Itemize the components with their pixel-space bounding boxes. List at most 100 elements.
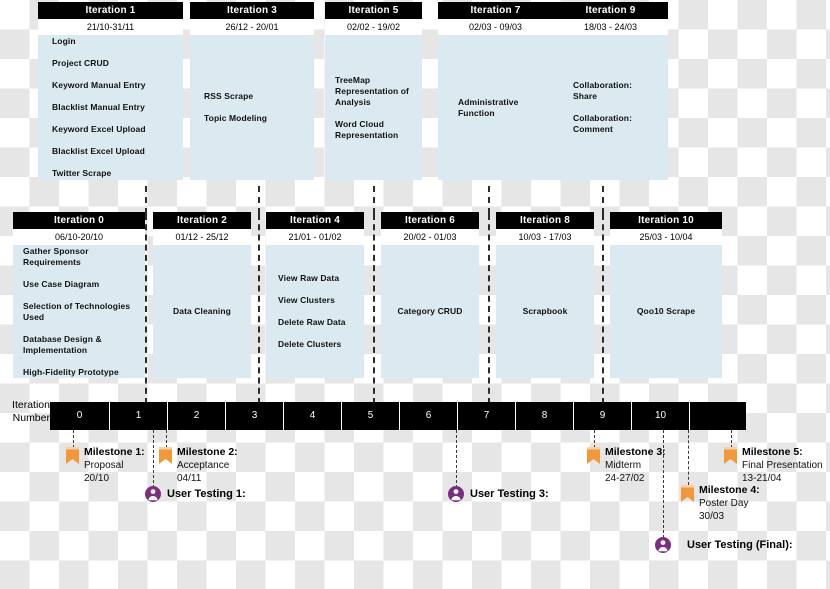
user-testing-connector: [456, 430, 457, 488]
iteration-tasks: Gather Sponsor Requirements Use Case Dia…: [13, 245, 145, 378]
iteration-title: Iteration 1: [38, 2, 183, 19]
milestone-5[interactable]: Milestone 5: Final Presentation 13-21/04: [724, 446, 823, 485]
milestone-title: Milestone 2:: [177, 446, 238, 458]
iteration-title: Iteration 8: [496, 212, 594, 229]
guide-line: [602, 186, 604, 214]
iteration-card-8[interactable]: Iteration 8 10/03 - 17/03 Scrapbook: [496, 212, 594, 378]
milestone-3[interactable]: Milestone 3: Midterm 24-27/02: [587, 446, 666, 485]
milestone-1[interactable]: Milestone 1: Proposal 20/10: [66, 446, 145, 485]
user-testing-text: User Testing (Final):: [687, 537, 793, 553]
guide-line: [488, 214, 490, 404]
milestone-connector: [688, 430, 689, 485]
guide-line: [373, 214, 375, 404]
iteration-card-6[interactable]: Iteration 6 20/02 - 01/03 Category CRUD: [381, 212, 479, 378]
iteration-title: Iteration 7: [438, 2, 553, 19]
tick-3[interactable]: 3: [226, 402, 284, 430]
iteration-card-2[interactable]: Iteration 2 01/12 - 25/12 Data Cleaning: [153, 212, 251, 378]
task-item: View Raw Data: [278, 273, 340, 283]
iteration-dates: 02/03 - 09/03: [438, 19, 553, 35]
tick-10[interactable]: 10: [632, 402, 690, 430]
iteration-tasks: View Raw Data View Clusters Delete Raw D…: [266, 245, 364, 378]
timeline-diagram: Iteration 1 21/10-31/11 Login Project CR…: [0, 0, 830, 589]
milestone-title: Milestone 5:: [742, 446, 803, 458]
iteration-dates: 20/02 - 01/03: [381, 229, 479, 245]
tick-2[interactable]: 2: [168, 402, 226, 430]
milestone-flag-icon: [681, 485, 694, 502]
iteration-dates: 10/03 - 17/03: [496, 229, 594, 245]
task-item: High-Fidelity Prototype: [23, 366, 119, 377]
user-person-icon: [655, 537, 671, 553]
task-item: Scrapbook: [522, 306, 568, 316]
milestone-date: 20/10: [84, 473, 110, 484]
tick-5[interactable]: 5: [342, 402, 400, 430]
milestone-date: 04/11: [177, 473, 202, 484]
guide-line: [145, 214, 147, 404]
task-item: View Clusters: [278, 295, 335, 305]
user-testing-connector: [153, 430, 154, 488]
user-testing-title: User Testing 1:: [167, 488, 246, 500]
iteration-dates: 06/10-20/10: [13, 229, 145, 245]
iteration-tasks: Login Project CRUD Keyword Manual Entry …: [38, 35, 183, 180]
milestone-date: 24-27/02: [605, 473, 645, 484]
iteration-number-axis: 0 1 2 3 4 5 6 7 8 9 10: [50, 402, 746, 430]
milestone-text: Milestone 4: Poster Day 30/03: [699, 484, 760, 523]
task-item: Administrative Function: [458, 96, 519, 118]
task-item: Delete Clusters: [278, 339, 342, 349]
milestone-flag-icon: [66, 447, 79, 464]
task-item: Login: [52, 36, 76, 46]
iteration-tasks: RSS Scrape Topic Modeling: [190, 35, 314, 180]
iteration-dates: 21/01 - 01/02: [266, 229, 364, 245]
guide-line: [602, 214, 604, 404]
iteration-dates: 01/12 - 25/12: [153, 229, 251, 245]
tick-8[interactable]: 8: [516, 402, 574, 430]
milestone-2[interactable]: Milestone 2: Acceptance 04/11: [159, 446, 238, 485]
milestone-text: Milestone 5: Final Presentation 13-21/04: [742, 446, 823, 485]
guide-line: [373, 186, 375, 214]
iteration-card-3[interactable]: Iteration 3 26/12 - 20/01 RSS Scrape Top…: [190, 2, 314, 180]
iteration-dates: 25/03 - 10/04: [610, 229, 722, 245]
user-testing-3[interactable]: User Testing 3:: [448, 486, 549, 502]
iteration-tasks: Data Cleaning: [153, 245, 251, 378]
milestone-name: Midterm: [605, 460, 642, 471]
milestone-4[interactable]: Milestone 4: Poster Day 30/03: [681, 484, 760, 523]
milestone-title: Milestone 3:: [605, 446, 666, 458]
iteration-card-1[interactable]: Iteration 1 21/10-31/11 Login Project CR…: [38, 2, 183, 180]
task-item: Topic Modeling: [204, 113, 268, 123]
milestone-name: Final Presentation: [742, 460, 823, 471]
iteration-card-9[interactable]: Iteration 9 18/03 - 24/03 Collaboration:…: [553, 2, 668, 180]
task-item: Data Cleaning: [173, 306, 231, 316]
milestone-text: Milestone 1: Proposal 20/10: [84, 446, 145, 485]
iteration-title: Iteration 9: [553, 2, 668, 19]
tick-0[interactable]: 0: [50, 402, 110, 430]
tick-6[interactable]: 6: [400, 402, 458, 430]
iteration-card-7[interactable]: Iteration 7 02/03 - 09/03 Administrative…: [438, 2, 553, 180]
tick-blank[interactable]: [690, 402, 746, 430]
iteration-card-4[interactable]: Iteration 4 21/01 - 01/02 View Raw Data …: [266, 212, 364, 378]
timeline-label-line2: Number: [12, 412, 50, 424]
user-testing-1[interactable]: User Testing 1:: [145, 486, 246, 502]
iteration-card-10[interactable]: Iteration 10 25/03 - 10/04 Qoo10 Scrape: [610, 212, 722, 378]
milestone-date: 30/03: [699, 511, 725, 522]
task-item: Keyword Excel Upload: [52, 124, 146, 134]
milestone-name: Proposal: [84, 460, 124, 471]
guide-line: [488, 186, 490, 214]
tick-9[interactable]: 9: [574, 402, 632, 430]
milestone-text: Milestone 3: Midterm 24-27/02: [605, 446, 666, 485]
tick-1[interactable]: 1: [110, 402, 168, 430]
task-item: Blacklist Excel Upload: [52, 146, 145, 156]
user-testing-final[interactable]: User Testing (Final):: [655, 537, 793, 553]
tick-7[interactable]: 7: [458, 402, 516, 430]
task-item: Blacklist Manual Entry: [52, 102, 145, 112]
iteration-card-0[interactable]: Iteration 0 06/10-20/10 Gather Sponsor R…: [13, 212, 145, 378]
task-item: Selection of Technologies Used: [23, 300, 131, 322]
milestone-date: 13-21/04: [742, 473, 782, 484]
tick-4[interactable]: 4: [284, 402, 342, 430]
iteration-card-5[interactable]: Iteration 5 02/02 - 19/02 TreeMap Repres…: [325, 2, 422, 180]
iteration-dates: 02/02 - 19/02: [325, 19, 422, 35]
user-testing-title: User Testing (Final):: [687, 539, 793, 551]
iteration-title: Iteration 6: [381, 212, 479, 229]
iteration-tasks: Qoo10 Scrape: [610, 245, 722, 378]
iteration-dates: 21/10-31/11: [38, 19, 183, 35]
iteration-tasks: Collaboration: Share Collaboration: Comm…: [553, 35, 668, 180]
milestone-text: Milestone 2: Acceptance 04/11: [177, 446, 238, 485]
